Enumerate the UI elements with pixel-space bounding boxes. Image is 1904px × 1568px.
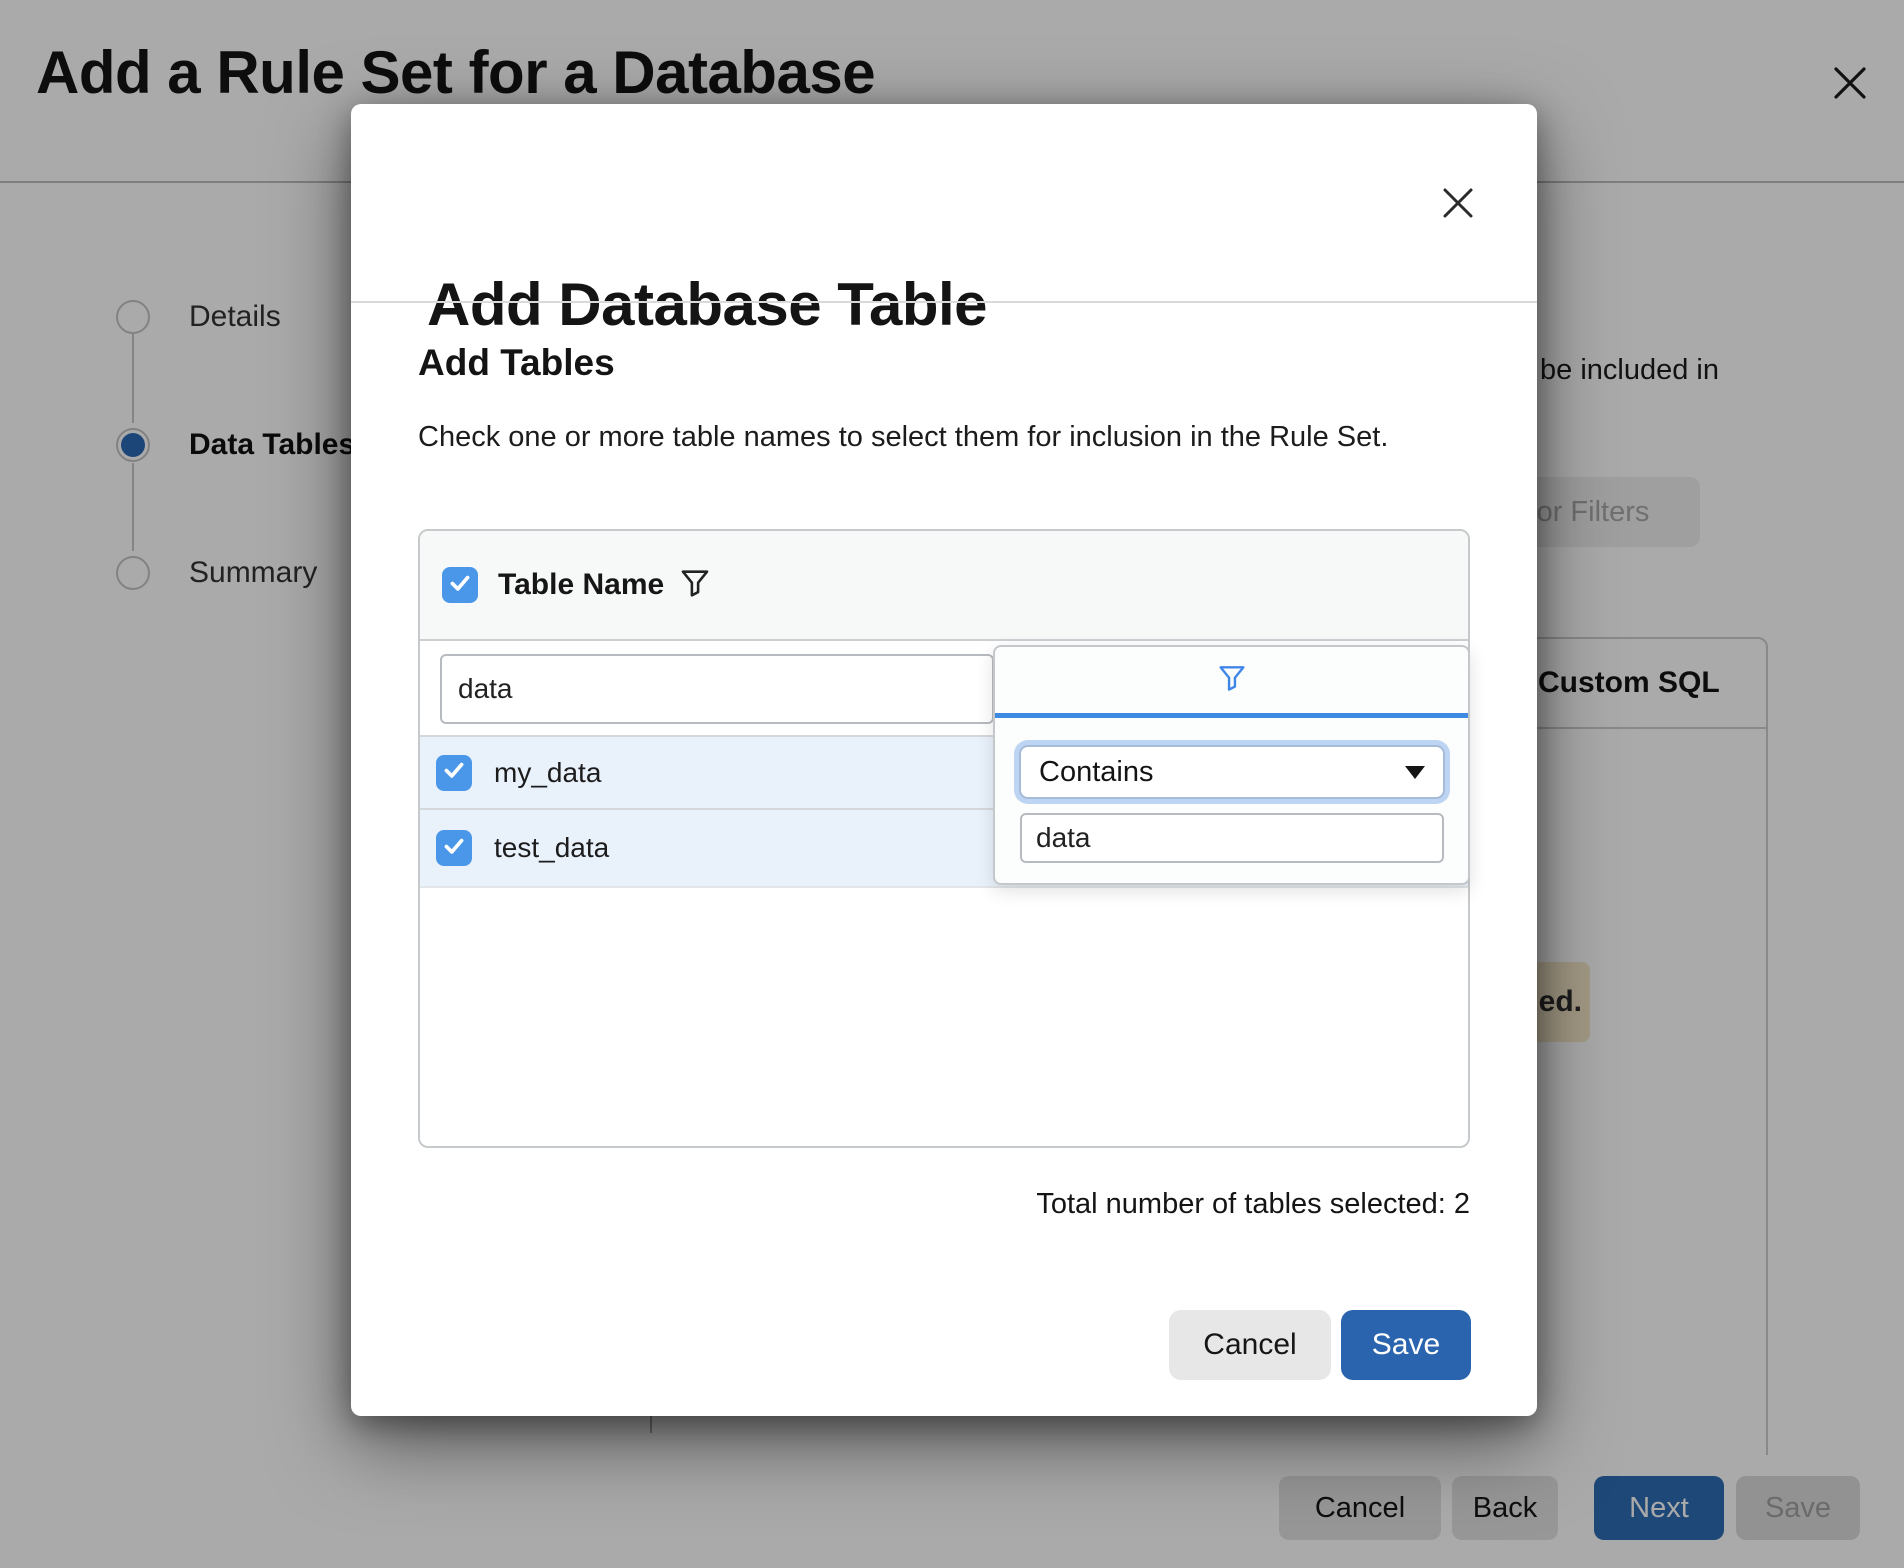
row-checkbox[interactable] <box>436 830 472 866</box>
filter-value-input[interactable] <box>1020 813 1444 863</box>
row-checkbox[interactable] <box>436 755 472 791</box>
section-description: Check one or more table names to select … <box>418 418 1423 457</box>
column-header-table-name: Table Name <box>498 568 664 602</box>
dialog-save-button[interactable]: Save <box>1341 1310 1471 1380</box>
page-root: Add a Rule Set for a Database Details Da… <box>0 0 1904 1568</box>
dialog-close-button[interactable] <box>1438 183 1478 223</box>
dialog-header-divider <box>351 301 1537 303</box>
filter-popup: Contains <box>993 645 1470 885</box>
filter-popup-accent-bar <box>995 713 1468 718</box>
add-database-table-dialog: Add Database Table Add Tables Check one … <box>351 104 1537 1416</box>
filter-icon <box>1216 662 1248 699</box>
chevron-down-icon <box>1405 766 1425 779</box>
checkmark-icon <box>447 570 473 601</box>
table-header-row: Table Name <box>420 531 1468 641</box>
filter-operator-select[interactable]: Contains <box>1019 745 1445 799</box>
filter-operator-value: Contains <box>1039 756 1405 789</box>
dialog-title: Add Database Table <box>427 270 987 339</box>
checkmark-icon <box>441 757 467 788</box>
close-icon <box>1438 210 1478 227</box>
filter-popup-header <box>995 647 1468 713</box>
dialog-cancel-button[interactable]: Cancel <box>1169 1310 1331 1380</box>
section-heading: Add Tables <box>418 342 615 384</box>
table-name-filter-input[interactable] <box>440 654 994 724</box>
table-row-label: test_data <box>494 832 609 864</box>
checkmark-icon <box>441 833 467 864</box>
table-row-label: my_data <box>494 757 601 789</box>
select-all-checkbox[interactable] <box>442 567 478 603</box>
total-selected-label: Total number of tables selected: 2 <box>1036 1188 1470 1221</box>
filter-icon[interactable] <box>678 566 712 605</box>
